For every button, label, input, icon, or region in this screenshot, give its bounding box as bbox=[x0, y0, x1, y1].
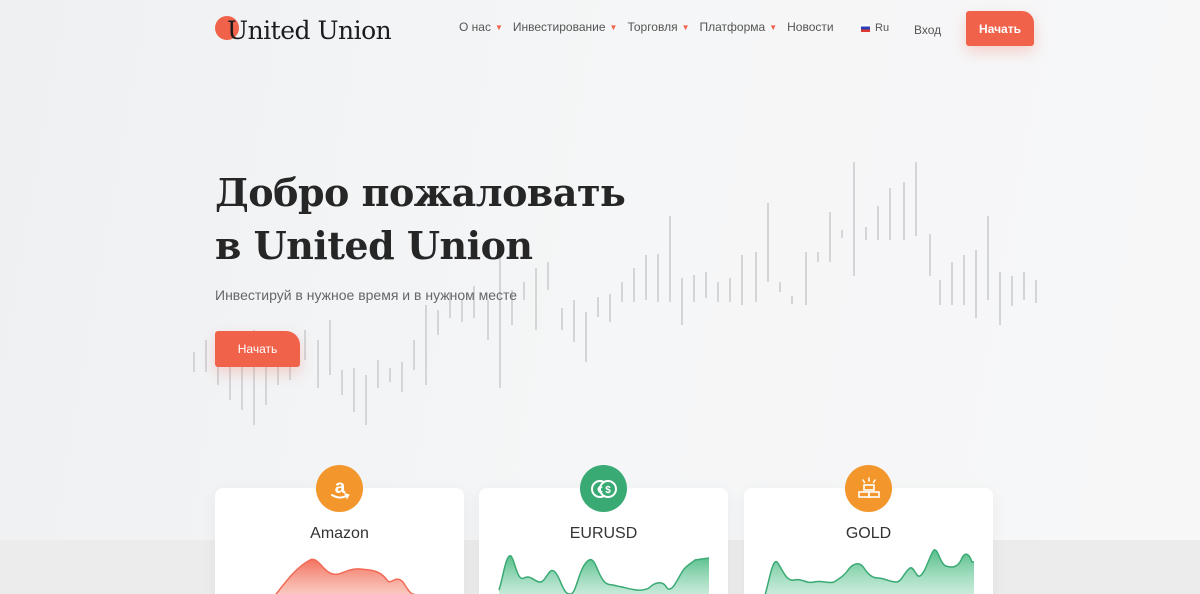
gold-sparkline bbox=[764, 549, 974, 594]
nav-item-about[interactable]: О нас ▼ bbox=[459, 20, 503, 34]
hero-subtitle: Инвестируй в нужное время и в нужном мес… bbox=[215, 287, 518, 303]
start-button-hero[interactable]: Начать bbox=[215, 331, 300, 367]
nav-item-news[interactable]: Новости bbox=[787, 20, 833, 34]
nav-item-label: О нас bbox=[459, 20, 491, 34]
chevron-down-icon: ▼ bbox=[769, 22, 778, 32]
currency-exchange-icon: € $ bbox=[580, 465, 627, 512]
nav-item-investing[interactable]: Инвестирование ▼ bbox=[513, 20, 618, 34]
language-selector[interactable]: Ru bbox=[861, 22, 889, 34]
hero-title-line1: Добро пожаловать bbox=[215, 170, 626, 215]
hero-title-line2: в United Union bbox=[215, 223, 533, 268]
language-label: Ru bbox=[875, 22, 890, 34]
start-button-header[interactable]: Начать bbox=[966, 11, 1034, 46]
svg-text:a: a bbox=[334, 477, 345, 498]
nav-item-trading[interactable]: Торговля ▼ bbox=[627, 20, 689, 34]
russia-flag-icon bbox=[861, 24, 870, 32]
svg-text:€: € bbox=[597, 485, 603, 496]
amazon-icon: a bbox=[316, 465, 363, 512]
chevron-down-icon: ▼ bbox=[681, 22, 690, 32]
nav-item-label: Новости bbox=[787, 20, 834, 34]
gold-bars-icon bbox=[845, 465, 892, 512]
hero-title: Добро пожаловать в United Union bbox=[215, 166, 735, 272]
chevron-down-icon: ▼ bbox=[494, 22, 503, 32]
logo-text: United Union bbox=[227, 15, 392, 45]
eurusd-sparkline bbox=[498, 555, 710, 594]
amazon-sparkline bbox=[275, 558, 415, 594]
svg-text:$: $ bbox=[605, 485, 611, 496]
logo[interactable]: United Union bbox=[215, 14, 392, 46]
nav-item-label: Торговля bbox=[627, 20, 678, 34]
nav-item-label: Инвестирование bbox=[512, 20, 606, 34]
nav-item-label: Платформа bbox=[699, 20, 766, 34]
main-nav: О нас ▼ Инвестирование ▼ Торговля ▼ Плат… bbox=[459, 20, 844, 34]
chevron-down-icon: ▼ bbox=[609, 22, 618, 32]
nav-item-platform[interactable]: Платформа ▼ bbox=[700, 20, 778, 34]
login-link[interactable]: Вход bbox=[914, 23, 941, 37]
